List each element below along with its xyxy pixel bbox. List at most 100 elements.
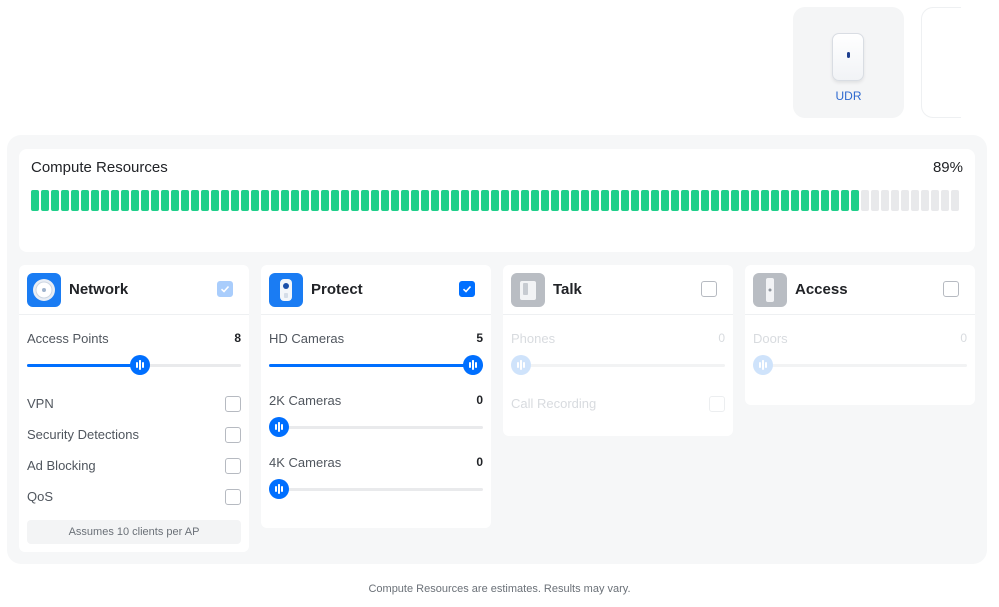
clients-per-ap-note: Assumes 10 clients per AP — [27, 520, 241, 544]
compute-segment-filled — [261, 190, 269, 211]
compute-segment-filled — [321, 190, 329, 211]
compute-segment-filled — [431, 190, 439, 211]
compute-segment-filled — [761, 190, 769, 211]
compute-segment-empty — [931, 190, 939, 211]
compute-segment-filled — [181, 190, 189, 211]
call-recording-checkbox — [709, 396, 725, 412]
device-tile-next[interactable] — [921, 7, 961, 118]
qos-label: QoS — [27, 489, 54, 504]
compute-segment-filled — [681, 190, 689, 211]
compute-segment-filled — [751, 190, 759, 211]
udr-device-icon — [832, 33, 864, 81]
4k-cameras-slider[interactable] — [269, 479, 483, 499]
slider-fill — [27, 364, 141, 367]
compute-segment-filled — [601, 190, 609, 211]
slider-thumb[interactable] — [463, 355, 483, 375]
compute-segment-filled — [551, 190, 559, 211]
hd-cameras-slider[interactable] — [269, 355, 483, 375]
2k-cameras-slider[interactable] — [269, 417, 483, 437]
slider-thumb[interactable] — [130, 355, 151, 375]
compute-segment-filled — [851, 190, 859, 211]
hd-cameras-label: HD Cameras — [269, 331, 345, 346]
slider-thumb — [753, 355, 773, 375]
compute-segment-empty — [861, 190, 869, 211]
network-card: Network Access Points 8 VPN Security Det… — [19, 265, 249, 552]
ad-blocking-label: Ad Blocking — [27, 458, 96, 473]
access-card: Access Doors 0 — [745, 265, 975, 405]
phones-row: Phones 0 — [511, 331, 725, 346]
slider-fill — [269, 364, 483, 367]
compute-segment-filled — [641, 190, 649, 211]
phones-value: 0 — [718, 331, 725, 345]
vpn-checkbox[interactable] — [225, 396, 241, 412]
device-label: UDR — [835, 89, 862, 103]
talk-card: Talk Phones 0 Call Recording — [503, 265, 733, 436]
2k-cameras-value: 0 — [476, 393, 483, 407]
ad-blocking-checkbox[interactable] — [225, 458, 241, 474]
security-detections-option: Security Detections — [27, 427, 241, 445]
vpn-option: VPN — [27, 396, 241, 414]
talk-app-icon — [511, 273, 545, 307]
compute-segment-filled — [561, 190, 569, 211]
compute-segment-filled — [241, 190, 249, 211]
compute-segment-filled — [741, 190, 749, 211]
slider-thumb[interactable] — [269, 479, 289, 499]
qos-checkbox[interactable] — [225, 489, 241, 505]
compute-segment-filled — [111, 190, 119, 211]
security-detections-checkbox[interactable] — [225, 427, 241, 443]
compute-segment-filled — [331, 190, 339, 211]
access-enable-checkbox[interactable] — [943, 281, 959, 297]
compute-segment-filled — [801, 190, 809, 211]
compute-segment-filled — [71, 190, 79, 211]
compute-segment-filled — [501, 190, 509, 211]
compute-segment-empty — [891, 190, 899, 211]
slider-thumb — [511, 355, 531, 375]
compute-segment-empty — [911, 190, 919, 211]
access-app-icon — [753, 273, 787, 307]
compute-segment-filled — [191, 190, 199, 211]
network-enable-checkbox[interactable] — [217, 281, 233, 297]
compute-segment-filled — [31, 190, 39, 211]
compute-segment-filled — [701, 190, 709, 211]
compute-segment-filled — [531, 190, 539, 211]
compute-segment-empty — [951, 190, 959, 211]
2k-cameras-label: 2K Cameras — [269, 393, 342, 408]
compute-segment-filled — [231, 190, 239, 211]
protect-card-header: Protect — [261, 265, 491, 315]
compute-segment-filled — [221, 190, 229, 211]
compute-segment-filled — [371, 190, 379, 211]
doors-label: Doors — [753, 331, 788, 346]
doors-slider — [753, 355, 967, 375]
compute-segment-filled — [841, 190, 849, 211]
compute-segment-filled — [121, 190, 129, 211]
compute-segment-filled — [341, 190, 349, 211]
compute-segment-filled — [291, 190, 299, 211]
footer-disclaimer: Compute Resources are estimates. Results… — [368, 583, 631, 595]
compute-segment-filled — [301, 190, 309, 211]
compute-segment-filled — [481, 190, 489, 211]
compute-segment-filled — [171, 190, 179, 211]
compute-segment-filled — [811, 190, 819, 211]
compute-segment-filled — [101, 190, 109, 211]
protect-app-icon — [269, 273, 303, 307]
protect-enable-checkbox[interactable] — [459, 281, 475, 297]
compute-segment-filled — [451, 190, 459, 211]
talk-enable-checkbox[interactable] — [701, 281, 717, 297]
device-tile-udr[interactable]: UDR — [793, 7, 904, 118]
slider-thumb[interactable] — [269, 417, 289, 437]
compute-segment-filled — [661, 190, 669, 211]
access-points-slider[interactable] — [27, 355, 241, 375]
compute-segment-filled — [141, 190, 149, 211]
access-points-value: 8 — [234, 331, 241, 345]
4k-cameras-label: 4K Cameras — [269, 455, 342, 470]
compute-segment-filled — [461, 190, 469, 211]
compute-resources-percent: 89% — [932, 159, 963, 176]
network-card-header: Network — [19, 265, 249, 315]
compute-segment-filled — [781, 190, 789, 211]
access-points-row: Access Points 8 — [27, 331, 241, 346]
compute-segment-filled — [41, 190, 49, 211]
compute-segment-empty — [921, 190, 929, 211]
compute-segment-filled — [671, 190, 679, 211]
compute-segment-filled — [521, 190, 529, 211]
compute-segment-filled — [81, 190, 89, 211]
